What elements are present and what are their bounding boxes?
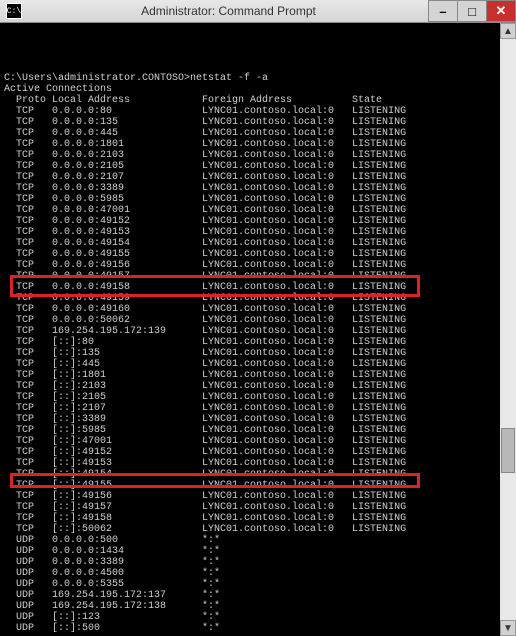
- console-line: UDP 0.0.0.0:500 *:*: [4, 535, 496, 546]
- close-button[interactable]: ✕: [486, 0, 516, 22]
- console-line: TCP 0.0.0.0:5985 LYNC01.contoso.local:0 …: [4, 194, 496, 205]
- scroll-down-button[interactable]: ▼: [500, 620, 516, 636]
- console-line: UDP 0.0.0.0:1434 *:*: [4, 546, 496, 557]
- console-line: TCP 0.0.0.0:49155 LYNC01.contoso.local:0…: [4, 249, 496, 260]
- console-line: TCP 0.0.0.0:3389 LYNC01.contoso.local:0 …: [4, 183, 496, 194]
- console-line: TCP [::]:49152 LYNC01.contoso.local:0 LI…: [4, 447, 496, 458]
- console-output[interactable]: C:\Users\administrator.CONTOSO>netstat -…: [0, 23, 500, 636]
- console-line: Active Connections: [4, 84, 496, 95]
- console-line: TCP [::]:1801 LYNC01.contoso.local:0 LIS…: [4, 370, 496, 381]
- maximize-button[interactable]: □: [457, 0, 487, 22]
- console-line: UDP 0.0.0.0:4500 *:*: [4, 568, 496, 579]
- console-line: TCP 0.0.0.0:80 LYNC01.contoso.local:0 LI…: [4, 106, 496, 117]
- console-line: TCP 0.0.0.0:49158 LYNC01.contoso.local:0…: [4, 282, 496, 293]
- console-line: TCP 0.0.0.0:47001 LYNC01.contoso.local:0…: [4, 205, 496, 216]
- console-line: TCP [::]:445 LYNC01.contoso.local:0 LIST…: [4, 359, 496, 370]
- console-line: TCP [::]:3389 LYNC01.contoso.local:0 LIS…: [4, 414, 496, 425]
- console-line: TCP [::]:49155 LYNC01.contoso.local:0 LI…: [4, 480, 496, 491]
- scrollbar[interactable]: ▲ ▼: [500, 23, 516, 636]
- console-line: UDP [::]:123 *:*: [4, 612, 496, 623]
- window-controls: – □ ✕: [429, 0, 516, 22]
- console-line: TCP 0.0.0.0:49153 LYNC01.contoso.local:0…: [4, 227, 496, 238]
- titlebar[interactable]: C:\ Administrator: Command Prompt – □ ✕: [0, 0, 516, 23]
- window-title: Administrator: Command Prompt: [28, 4, 429, 18]
- console-line: TCP [::]:49156 LYNC01.contoso.local:0 LI…: [4, 491, 496, 502]
- console-line: TCP [::]:5985 LYNC01.contoso.local:0 LIS…: [4, 425, 496, 436]
- minimize-button[interactable]: –: [428, 0, 458, 22]
- console-line: Proto Local Address Foreign Address Stat…: [4, 95, 496, 106]
- console-line: TCP 0.0.0.0:445 LYNC01.contoso.local:0 L…: [4, 128, 496, 139]
- scroll-track[interactable]: [500, 39, 516, 620]
- console-line: TCP 0.0.0.0:50062 LYNC01.contoso.local:0…: [4, 315, 496, 326]
- console-line: TCP [::]:2107 LYNC01.contoso.local:0 LIS…: [4, 403, 496, 414]
- console-line: UDP 0.0.0.0:5355 *:*: [4, 579, 496, 590]
- console-line: TCP 0.0.0.0:49156 LYNC01.contoso.local:0…: [4, 260, 496, 271]
- console-line: TCP [::]:50062 LYNC01.contoso.local:0 LI…: [4, 524, 496, 535]
- console-line: TCP [::]:49157 LYNC01.contoso.local:0 LI…: [4, 502, 496, 513]
- console-line: TCP 0.0.0.0:49154 LYNC01.contoso.local:0…: [4, 238, 496, 249]
- console-body: C:\Users\administrator.CONTOSO>netstat -…: [0, 23, 516, 636]
- cmd-window: C:\ Administrator: Command Prompt – □ ✕ …: [0, 0, 516, 549]
- console-line: TCP [::]:2105 LYNC01.contoso.local:0 LIS…: [4, 392, 496, 403]
- scroll-up-button[interactable]: ▲: [500, 23, 516, 39]
- console-line: TCP [::]:49153 LYNC01.contoso.local:0 LI…: [4, 458, 496, 469]
- console-line: TCP [::]:2103 LYNC01.contoso.local:0 LIS…: [4, 381, 496, 392]
- console-line: TCP 169.254.195.172:139 LYNC01.contoso.l…: [4, 326, 496, 337]
- console-line: UDP 169.254.195.172:137 *:*: [4, 590, 496, 601]
- console-line: TCP [::]:80 LYNC01.contoso.local:0 LISTE…: [4, 337, 496, 348]
- console-line: C:\Users\administrator.CONTOSO>netstat -…: [4, 73, 496, 84]
- console-line: TCP 0.0.0.0:2107 LYNC01.contoso.local:0 …: [4, 172, 496, 183]
- console-line: TCP 0.0.0.0:2105 LYNC01.contoso.local:0 …: [4, 161, 496, 172]
- console-line: TCP [::]:49154 LYNC01.contoso.local:0 LI…: [4, 469, 496, 480]
- cmd-icon: C:\: [6, 3, 22, 19]
- console-line: TCP 0.0.0.0:1801 LYNC01.contoso.local:0 …: [4, 139, 496, 150]
- scroll-thumb[interactable]: [501, 428, 515, 473]
- console-line: TCP [::]:47001 LYNC01.contoso.local:0 LI…: [4, 436, 496, 447]
- console-line: TCP [::]:135 LYNC01.contoso.local:0 LIST…: [4, 348, 496, 359]
- console-line: UDP 169.254.195.172:138 *:*: [4, 601, 496, 612]
- console-line: TCP 0.0.0.0:135 LYNC01.contoso.local:0 L…: [4, 117, 496, 128]
- console-line: UDP [::]:500 *:*: [4, 623, 496, 634]
- console-line: TCP 0.0.0.0:2103 LYNC01.contoso.local:0 …: [4, 150, 496, 161]
- console-line: TCP 0.0.0.0:49157 LYNC01.contoso.local:0…: [4, 271, 496, 282]
- console-line: TCP 0.0.0.0:49152 LYNC01.contoso.local:0…: [4, 216, 496, 227]
- console-line: UDP 0.0.0.0:3389 *:*: [4, 557, 496, 568]
- console-line: TCP [::]:49158 LYNC01.contoso.local:0 LI…: [4, 513, 496, 524]
- console-line: TCP 0.0.0.0:49160 LYNC01.contoso.local:0…: [4, 304, 496, 315]
- console-line: TCP 0.0.0.0:49159 LYNC01.contoso.local:0…: [4, 293, 496, 304]
